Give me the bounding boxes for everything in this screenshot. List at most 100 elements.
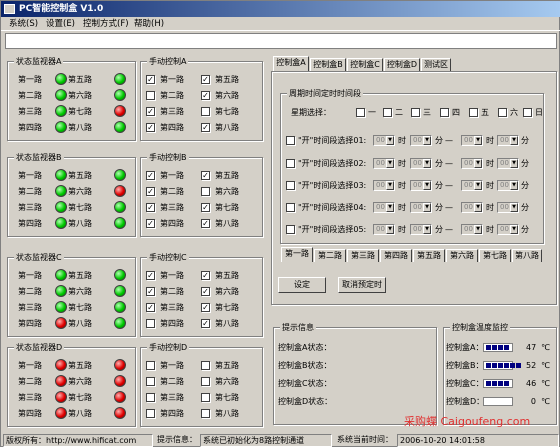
weekday-checkbox[interactable]: [469, 108, 478, 117]
menu-system[interactable]: 系统(S): [9, 18, 38, 30]
manual-checkbox[interactable]: [146, 319, 155, 328]
manual-checkbox[interactable]: [201, 107, 210, 116]
time-slot-checkbox[interactable]: [286, 136, 295, 145]
tab-channel[interactable]: 第三路: [347, 249, 379, 262]
chevron-down-icon[interactable]: ▼: [386, 136, 394, 145]
manual-checkbox[interactable]: [146, 91, 155, 100]
weekday-checkbox[interactable]: [383, 108, 392, 117]
time-slot-checkbox[interactable]: [286, 159, 295, 168]
time-select[interactable]: 00 ▼: [373, 180, 395, 191]
menu-control-mode[interactable]: 控制方式(F): [83, 18, 129, 30]
manual-checkbox[interactable]: ✓: [146, 75, 155, 84]
weekday-checkbox[interactable]: [411, 108, 420, 117]
time-select[interactable]: 00 ▼: [497, 158, 519, 169]
chevron-down-icon[interactable]: ▼: [386, 181, 394, 190]
time-select[interactable]: 00 ▼: [461, 224, 483, 235]
manual-checkbox[interactable]: [201, 377, 210, 386]
chevron-down-icon[interactable]: ▼: [386, 225, 394, 234]
time-select[interactable]: 00 ▼: [373, 158, 395, 169]
time-select[interactable]: 00 ▼: [497, 202, 519, 213]
chevron-down-icon[interactable]: ▼: [510, 136, 518, 145]
tab-channel[interactable]: 第四路: [380, 249, 412, 262]
time-select[interactable]: 00 ▼: [461, 202, 483, 213]
chevron-down-icon[interactable]: ▼: [510, 181, 518, 190]
chevron-down-icon[interactable]: ▼: [474, 203, 482, 212]
time-slot-checkbox[interactable]: [286, 225, 295, 234]
chevron-down-icon[interactable]: ▼: [510, 203, 518, 212]
tab-channel[interactable]: 第七路: [479, 249, 511, 262]
chevron-down-icon[interactable]: ▼: [423, 225, 431, 234]
manual-checkbox[interactable]: ✓: [201, 271, 210, 280]
chevron-down-icon[interactable]: ▼: [474, 225, 482, 234]
time-select[interactable]: 00 ▼: [497, 224, 519, 235]
weekday-checkbox[interactable]: [498, 108, 507, 117]
manual-checkbox[interactable]: ✓: [146, 203, 155, 212]
chevron-down-icon[interactable]: ▼: [423, 181, 431, 190]
time-select[interactable]: 00 ▼: [497, 135, 519, 146]
chevron-down-icon[interactable]: ▼: [423, 159, 431, 168]
chevron-down-icon[interactable]: ▼: [423, 136, 431, 145]
time-slot-checkbox[interactable]: [286, 203, 295, 212]
tab-control-box[interactable]: 控制盒C: [347, 58, 383, 71]
manual-checkbox[interactable]: [146, 409, 155, 418]
time-select[interactable]: 00 ▼: [373, 202, 395, 213]
tab-control-box[interactable]: 控制盒B: [310, 58, 346, 71]
manual-checkbox[interactable]: [201, 187, 210, 196]
manual-checkbox[interactable]: ✓: [146, 303, 155, 312]
tab-control-box[interactable]: 控制盒D: [384, 58, 420, 71]
time-select[interactable]: 00 ▼: [410, 158, 432, 169]
manual-checkbox[interactable]: ✓: [146, 219, 155, 228]
time-select[interactable]: 00 ▼: [410, 135, 432, 146]
manual-checkbox[interactable]: [201, 361, 210, 370]
chevron-down-icon[interactable]: ▼: [423, 203, 431, 212]
tab-channel[interactable]: 第二路: [314, 249, 346, 262]
time-slot-checkbox[interactable]: [286, 181, 295, 190]
set-button[interactable]: 设定: [278, 277, 326, 293]
time-select[interactable]: 00 ▼: [461, 135, 483, 146]
manual-checkbox[interactable]: ✓: [201, 203, 210, 212]
manual-checkbox[interactable]: ✓: [146, 107, 155, 116]
manual-checkbox[interactable]: [201, 409, 210, 418]
manual-checkbox[interactable]: ✓: [201, 219, 210, 228]
menu-settings[interactable]: 设置(E): [46, 18, 75, 30]
time-select[interactable]: 00 ▼: [410, 202, 432, 213]
chevron-down-icon[interactable]: ▼: [474, 159, 482, 168]
manual-checkbox[interactable]: [146, 361, 155, 370]
manual-checkbox[interactable]: ✓: [201, 303, 210, 312]
time-select[interactable]: 00 ▼: [373, 224, 395, 235]
manual-checkbox[interactable]: ✓: [201, 75, 210, 84]
manual-checkbox[interactable]: ✓: [201, 171, 210, 180]
weekday-checkbox[interactable]: [356, 108, 365, 117]
time-select[interactable]: 00 ▼: [461, 180, 483, 191]
chevron-down-icon[interactable]: ▼: [386, 203, 394, 212]
time-select[interactable]: 00 ▼: [373, 135, 395, 146]
manual-checkbox[interactable]: ✓: [146, 271, 155, 280]
chevron-down-icon[interactable]: ▼: [510, 159, 518, 168]
menu-help[interactable]: 帮助(H): [134, 18, 164, 30]
time-select[interactable]: 00 ▼: [410, 224, 432, 235]
manual-checkbox[interactable]: ✓: [201, 319, 210, 328]
tab-channel[interactable]: 第八路: [512, 249, 542, 262]
manual-checkbox[interactable]: ✓: [146, 287, 155, 296]
time-select[interactable]: 00 ▼: [410, 180, 432, 191]
manual-checkbox[interactable]: ✓: [201, 123, 210, 132]
manual-checkbox[interactable]: [201, 393, 210, 402]
tab-control-box[interactable]: 测试区: [421, 58, 451, 71]
manual-checkbox[interactable]: ✓: [201, 91, 210, 100]
manual-checkbox[interactable]: ✓: [146, 171, 155, 180]
chevron-down-icon[interactable]: ▼: [510, 225, 518, 234]
time-select[interactable]: 00 ▼: [461, 158, 483, 169]
tab-channel[interactable]: 第五路: [413, 249, 445, 262]
weekday-checkbox[interactable]: [523, 108, 532, 117]
chevron-down-icon[interactable]: ▼: [386, 159, 394, 168]
manual-checkbox[interactable]: ✓: [201, 287, 210, 296]
weekday-checkbox[interactable]: [440, 108, 449, 117]
chevron-down-icon[interactable]: ▼: [474, 136, 482, 145]
chevron-down-icon[interactable]: ▼: [474, 181, 482, 190]
manual-checkbox[interactable]: [146, 393, 155, 402]
manual-checkbox[interactable]: ✓: [146, 123, 155, 132]
tab-channel[interactable]: 第六路: [446, 249, 478, 262]
time-select[interactable]: 00 ▼: [497, 180, 519, 191]
tab-control-box[interactable]: 控制盒A: [273, 56, 309, 71]
cancel-schedule-button[interactable]: 取消预定时: [338, 277, 386, 293]
